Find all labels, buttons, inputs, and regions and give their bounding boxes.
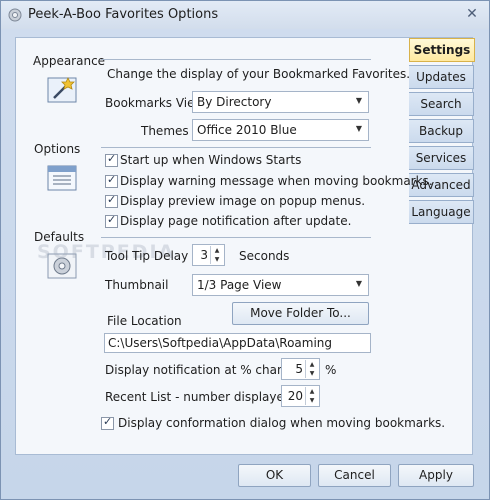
preview-image-checkbox[interactable] bbox=[105, 193, 118, 208]
file-location-value: C:\Users\Softpedia\AppData\Roaming bbox=[108, 336, 333, 350]
recent-list-label: Recent List - number displayed bbox=[105, 390, 292, 404]
warning-message-checkbox[interactable] bbox=[105, 173, 118, 188]
options-label: Options bbox=[34, 142, 81, 156]
recent-list-value: 20 bbox=[287, 389, 303, 403]
window-title: Peek-A-Boo Favorites Options bbox=[28, 7, 219, 22]
themes-select[interactable]: Office 2010 Blue ▼ bbox=[192, 119, 369, 141]
themes-value: Office 2010 Blue bbox=[197, 123, 297, 137]
notification-value: 5 bbox=[295, 362, 303, 376]
stepper-buttons[interactable]: ▲ ▼ bbox=[210, 246, 223, 264]
stepper-up-icon[interactable]: ▲ bbox=[211, 246, 223, 255]
tab-search[interactable]: Search bbox=[409, 92, 474, 116]
apply-button[interactable]: Apply bbox=[398, 464, 474, 487]
page-notification-label: Display page notification after update. bbox=[120, 214, 352, 228]
thumbnail-select[interactable]: 1/3 Page View ▼ bbox=[192, 274, 369, 296]
startup-checkbox[interactable] bbox=[105, 152, 118, 167]
tab-language[interactable]: Language bbox=[409, 200, 474, 224]
magic-wand-icon bbox=[47, 77, 77, 103]
tab-settings[interactable]: Settings bbox=[409, 38, 475, 62]
defaults-divider bbox=[101, 237, 371, 238]
ok-button[interactable]: OK bbox=[238, 464, 311, 487]
bookmarks-view-select[interactable]: By Directory ▼ bbox=[192, 91, 369, 113]
preview-image-label: Display preview image on popup menus. bbox=[120, 194, 366, 208]
tooltip-delay-unit: Seconds bbox=[239, 249, 290, 263]
bookmarks-view-label: Bookmarks View bbox=[105, 96, 205, 110]
dropdown-arrow-icon: ▼ bbox=[355, 279, 362, 288]
appearance-divider bbox=[101, 59, 371, 60]
cancel-button[interactable]: Cancel bbox=[318, 464, 391, 487]
stepper-buttons[interactable]: ▲ ▼ bbox=[305, 360, 318, 378]
tab-updates[interactable]: Updates bbox=[409, 65, 474, 89]
tab-backup[interactable]: Backup bbox=[409, 119, 474, 143]
recent-list-stepper[interactable]: 20 ▲ ▼ bbox=[281, 385, 320, 407]
tooltip-delay-stepper[interactable]: 3 ▲ ▼ bbox=[192, 244, 225, 266]
appearance-description: Change the display of your Bookmarked Fa… bbox=[107, 67, 411, 81]
confirm-dialog-checkbox[interactable] bbox=[101, 415, 114, 430]
notification-label: Display notification at % change. bbox=[105, 363, 304, 377]
stepper-up-icon[interactable]: ▲ bbox=[306, 360, 318, 369]
app-gear-icon bbox=[8, 8, 22, 22]
thumbnail-value: 1/3 Page View bbox=[197, 278, 282, 292]
stepper-buttons[interactable]: ▲ ▼ bbox=[305, 387, 318, 405]
file-location-field[interactable]: C:\Users\Softpedia\AppData\Roaming bbox=[104, 333, 371, 353]
stepper-down-icon[interactable]: ▼ bbox=[211, 255, 223, 264]
warning-message-label: Display warning message when moving book… bbox=[120, 174, 433, 188]
list-window-icon bbox=[47, 165, 77, 191]
options-window: Peek-A-Boo Favorites Options ✕ Settings … bbox=[0, 0, 490, 500]
thumbnail-label: Thumbnail bbox=[105, 278, 169, 292]
notification-stepper[interactable]: 5 ▲ ▼ bbox=[281, 358, 320, 380]
startup-label: Start up when Windows Starts bbox=[120, 153, 302, 167]
stepper-up-icon[interactable]: ▲ bbox=[306, 387, 318, 396]
dropdown-arrow-icon: ▼ bbox=[355, 96, 362, 105]
bookmarks-view-value: By Directory bbox=[197, 95, 272, 109]
themes-label: Themes bbox=[141, 124, 189, 138]
file-location-label: File Location bbox=[107, 314, 182, 328]
notification-unit: % bbox=[325, 363, 337, 377]
tab-services[interactable]: Services bbox=[409, 146, 474, 170]
page-notification-checkbox[interactable] bbox=[105, 213, 118, 228]
move-folder-button[interactable]: Move Folder To... bbox=[232, 302, 369, 325]
options-divider bbox=[101, 147, 371, 148]
stepper-down-icon[interactable]: ▼ bbox=[306, 369, 318, 378]
tooltip-delay-label: Tool Tip Delay bbox=[105, 249, 189, 263]
appearance-label: Appearance bbox=[33, 54, 106, 68]
confirm-dialog-label: Display conformation dialog when moving … bbox=[118, 416, 446, 430]
title-bar: Peek-A-Boo Favorites Options ✕ bbox=[1, 1, 489, 29]
tooltip-delay-value: 3 bbox=[200, 248, 208, 262]
stepper-down-icon[interactable]: ▼ bbox=[306, 396, 318, 405]
dropdown-arrow-icon: ▼ bbox=[355, 124, 362, 133]
close-button[interactable]: ✕ bbox=[461, 5, 483, 23]
